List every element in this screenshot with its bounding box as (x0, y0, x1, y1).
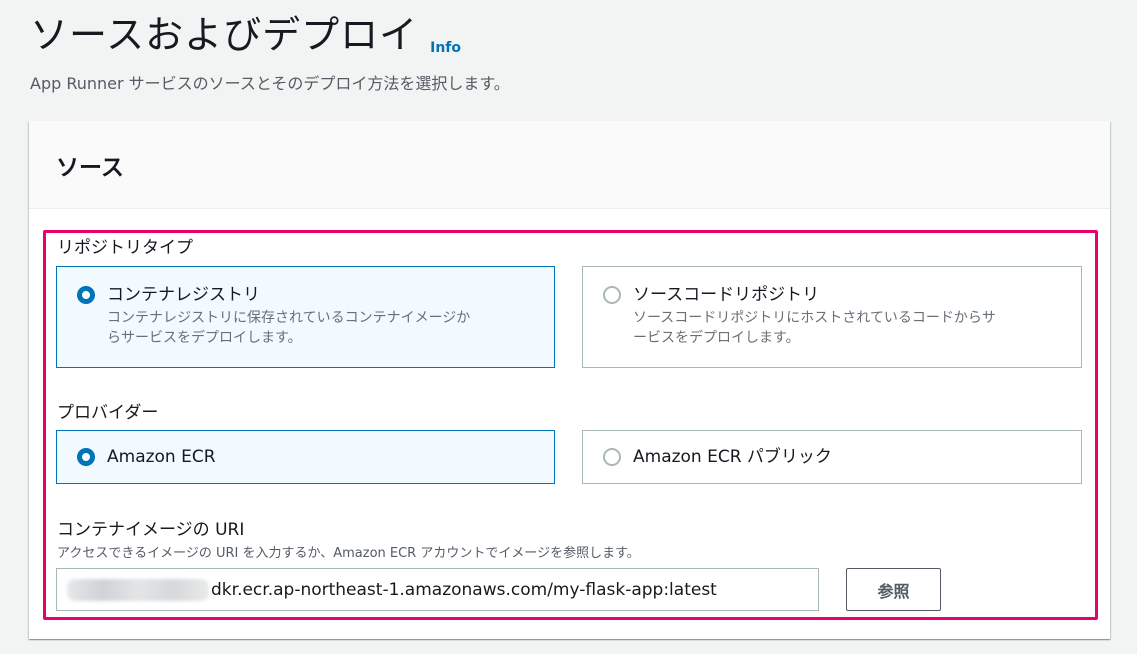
panel-title: ソース (56, 154, 124, 181)
page-title: ソースおよびデプロイ (30, 13, 419, 57)
tile-amazon-ecr-public-title: Amazon ECR パブリック (633, 447, 832, 467)
tile-source-code-repository-desc-1: ソースコードリポジトリにホストされているコードからサ (633, 310, 996, 326)
tile-source-code-repository[interactable]: ソースコードリポジトリ ソースコードリポジトリにホストされているコードからサ ー… (582, 266, 1082, 368)
tile-amazon-ecr-title: Amazon ECR (107, 447, 216, 467)
image-uri-label: コンテナイメージの URI (57, 520, 245, 540)
tile-source-code-repository-desc-2: ービスをデプロイします。 (633, 330, 800, 346)
tile-source-code-repository-title: ソースコードリポジトリ (633, 285, 820, 305)
image-uri-description: アクセスできるイメージの URI を入力するか、Amazon ECR アカウント… (57, 546, 640, 561)
image-uri-value: dkr.ecr.ap-northeast-1.amazonaws.com/my-… (211, 579, 717, 600)
tile-amazon-ecr-public[interactable]: Amazon ECR パブリック (582, 430, 1082, 484)
radio-amazon-ecr[interactable] (77, 448, 95, 466)
title-row: ソースおよびデプロイ Info (30, 8, 510, 62)
panel-header: ソース (29, 121, 1110, 209)
tile-container-registry-desc-1: コンテナレジストリに保存されているコンテナイメージか (107, 310, 471, 326)
radio-amazon-ecr-public[interactable] (603, 448, 621, 466)
info-link[interactable]: Info (430, 40, 461, 56)
radio-source-code-repository[interactable] (603, 286, 621, 304)
page-description: App Runner サービスのソースとそのデプロイ方法を選択します。 (30, 74, 510, 93)
browse-button[interactable]: 参照 (846, 568, 941, 611)
radio-container-registry[interactable] (77, 286, 95, 304)
tile-container-registry-title: コンテナレジストリ (107, 285, 260, 305)
page-header: ソースおよびデプロイ Info App Runner サービスのソースとそのデプ… (30, 8, 510, 94)
repository-type-label: リポジトリタイプ (57, 238, 193, 258)
tile-container-registry-desc-2: らサービスをデプロイします。 (107, 330, 302, 346)
tile-amazon-ecr[interactable]: Amazon ECR (56, 430, 555, 484)
redacted-account-id (67, 578, 209, 601)
source-panel: ソース (29, 121, 1110, 639)
image-uri-input[interactable]: dkr.ecr.ap-northeast-1.amazonaws.com/my-… (56, 568, 819, 611)
provider-label: プロバイダー (57, 403, 159, 423)
tile-container-registry[interactable]: コンテナレジストリ コンテナレジストリに保存されているコンテナイメージか らサー… (56, 266, 555, 368)
